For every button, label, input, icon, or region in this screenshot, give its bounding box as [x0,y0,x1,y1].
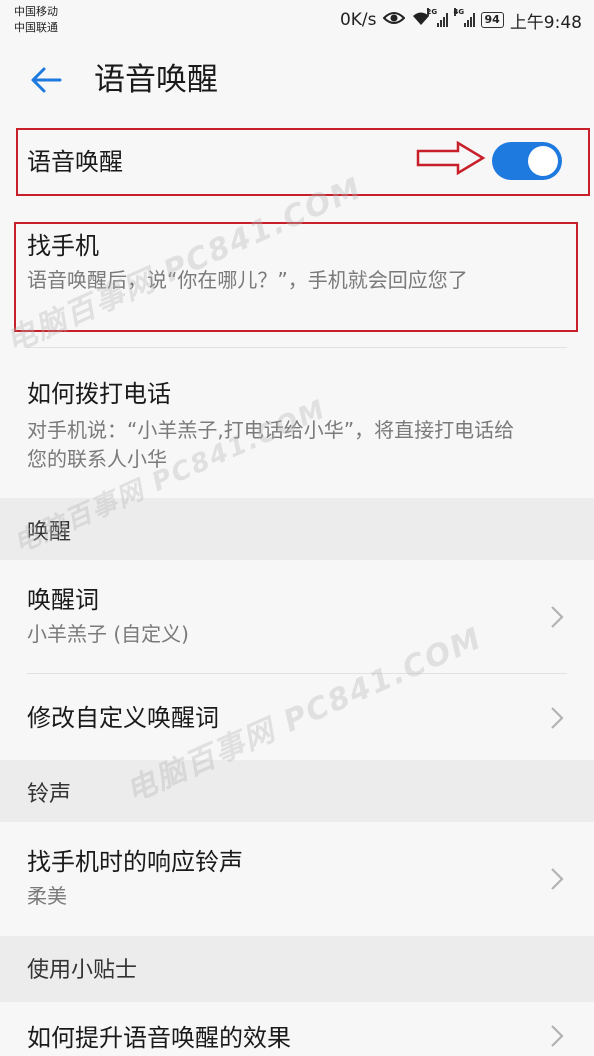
edit-wake-word-row[interactable]: 修改自定义唤醒词 [0,674,594,760]
make-call-desc: 对手机说：“小羊羔子,打电话给小华”，将直接打电话给您的联系人小华 [27,418,515,471]
wake-word-value: 小羊羔子 (自定义) [27,622,189,646]
carrier-2: 中国联通 [14,21,58,34]
arrow-left-icon[interactable] [26,60,66,100]
battery-icon: 94 [480,12,504,28]
section-tips-label: 使用小贴士 [27,958,138,983]
signal-4g-icon: 4G [453,8,475,27]
annotation-arrow-icon [416,140,486,176]
make-call-row[interactable]: 如何拨打电话 对手机说：“小羊羔子,打电话给小华”，将直接打电话给您的联系人小华 [0,348,594,498]
net-4g-label: 4G [453,8,465,16]
section-header-ringtone: 铃声 [0,760,594,822]
clock: 上午9:48 [509,12,582,33]
edit-wake-word-title: 修改自定义唤醒词 [27,704,219,732]
section-header-wake: 唤醒 [0,498,594,560]
find-phone-row[interactable]: 找手机 语音唤醒后，说“你在哪儿？”，手机就会回应您了 [0,204,594,348]
chevron-right-icon [551,868,564,890]
find-phone-title: 找手机 [27,232,99,260]
tips-title: 如何提升语音唤醒的效果 [27,1024,291,1052]
voice-wakeup-toggle[interactable] [492,142,562,180]
ringtone-title: 找手机时的响应铃声 [27,848,243,876]
section-wake-label: 唤醒 [27,520,72,545]
chevron-right-icon [551,606,564,628]
ringtone-row[interactable]: 找手机时的响应铃声 柔美 [0,822,594,936]
signal-2g-icon: 2G [426,8,448,27]
page-title: 语音唤醒 [94,62,218,98]
status-icons: 0K/s 2G 4G 94 上午9:48 [339,8,582,33]
tips-row[interactable]: 如何提升语音唤醒的效果 [0,1002,594,1056]
network-speed: 0K/s [339,10,377,30]
toolbar: 语音唤醒 [0,42,594,116]
chevron-right-icon [551,1025,564,1047]
ringtone-value: 柔美 [27,884,67,908]
section-header-tips: 使用小贴士 [0,936,594,1002]
make-call-title: 如何拨打电话 [27,380,171,408]
voice-wakeup-settings-screen: 中国移动 中国联通 0K/s 2G 4G 94 上午9:48 语音唤醒 语音唤醒… [0,0,594,1056]
net-2g-label: 2G [426,8,438,16]
chevron-right-icon [551,707,564,729]
wake-word-title: 唤醒词 [27,586,99,614]
wake-word-row[interactable]: 唤醒词 小羊羔子 (自定义) [0,560,594,674]
toggle-knob [528,146,558,176]
carrier-info: 中国移动 中国联通 [14,4,58,36]
find-phone-desc: 语音唤醒后，说“你在哪儿？”，手机就会回应您了 [27,268,468,292]
section-ringtone-label: 铃声 [27,782,72,807]
eye-comfort-icon [382,10,405,31]
status-bar: 中国移动 中国联通 0K/s 2G 4G 94 上午9:48 [0,0,594,42]
voice-wakeup-label: 语音唤醒 [27,148,123,176]
carrier-1: 中国移动 [14,5,58,18]
